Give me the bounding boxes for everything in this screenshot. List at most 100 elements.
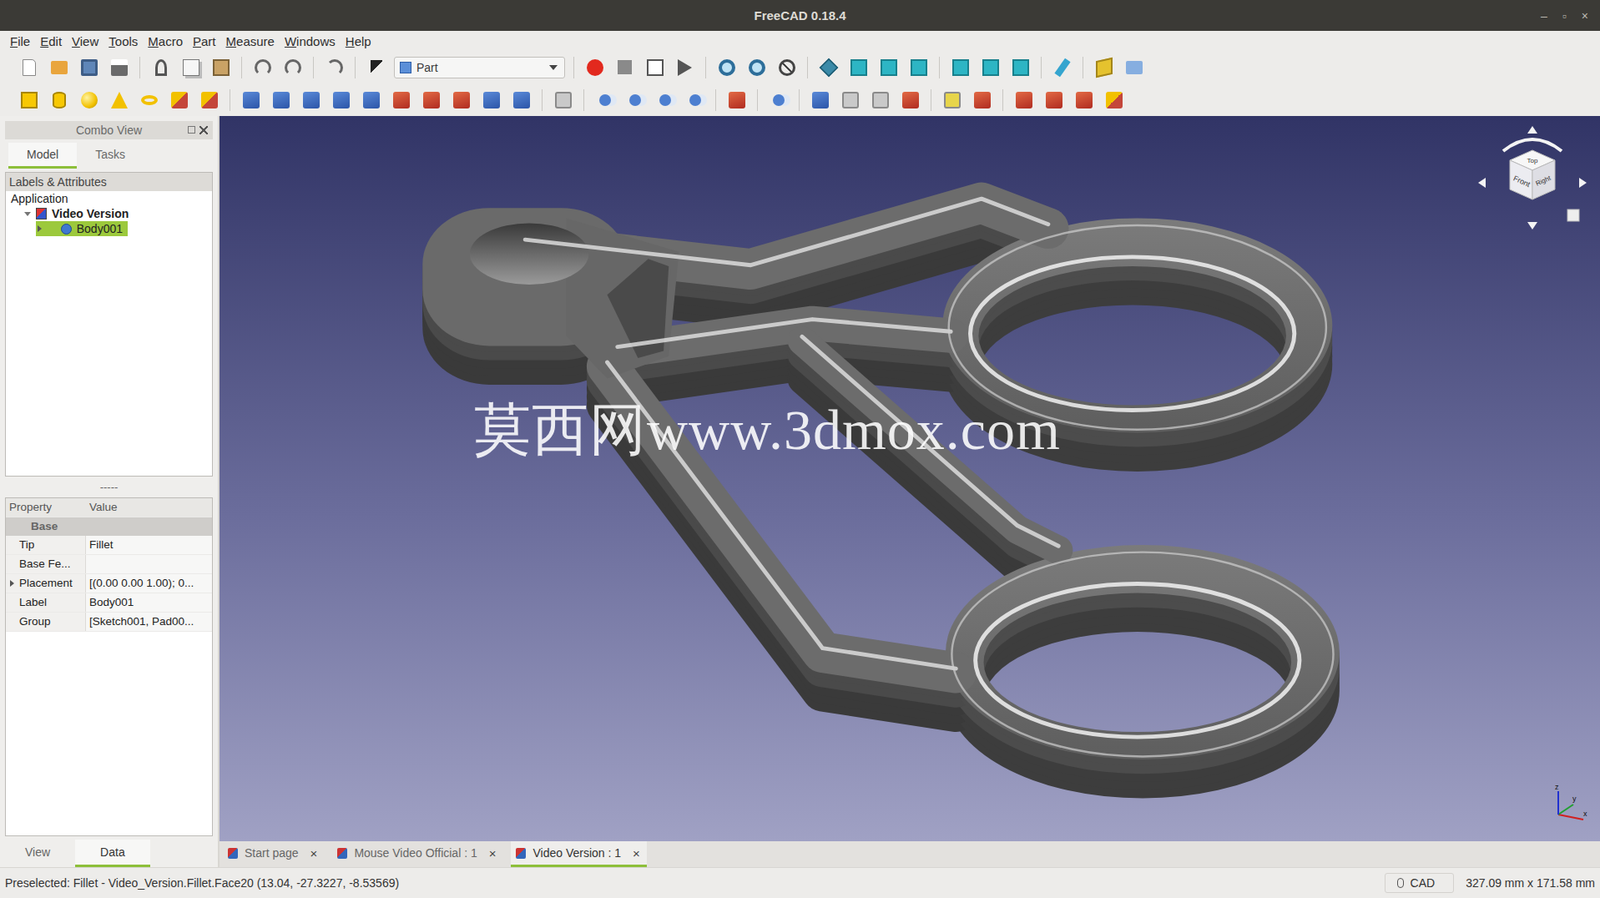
tree-item[interactable]: Video Version xyxy=(5,206,212,222)
toolbar-button[interactable] xyxy=(672,55,697,81)
combo-tab[interactable]: Model xyxy=(8,142,77,169)
property-row[interactable]: Group[Sketch001, Pad00... xyxy=(5,612,212,632)
toolbar-button[interactable] xyxy=(724,87,749,113)
toolbar-button[interactable] xyxy=(978,55,1003,81)
menu-item[interactable]: Tools xyxy=(103,34,143,49)
navigation-cube[interactable]: TopFrontRight xyxy=(1469,122,1595,248)
tree-item[interactable]: Application xyxy=(5,191,212,207)
column-header[interactable]: Property xyxy=(5,498,86,517)
property-row[interactable]: TipFillet xyxy=(5,535,212,556)
toolbar-button[interactable] xyxy=(1011,87,1036,113)
3d-viewport[interactable]: 莫西网www.3dmox.comTopFrontRightxyz xyxy=(219,116,1600,842)
document-tab[interactable]: Start page× xyxy=(222,841,324,868)
toolbar-button[interactable] xyxy=(906,55,931,81)
toolbar-button[interactable] xyxy=(148,55,173,81)
toolbar-button[interactable] xyxy=(298,87,324,113)
close-tab-button[interactable]: × xyxy=(305,846,318,861)
toolbar-button[interactable] xyxy=(280,55,305,81)
toolbar-button[interactable] xyxy=(876,55,901,81)
toolbar-button[interactable] xyxy=(208,55,233,81)
navigation-style-button[interactable]: CAD xyxy=(1384,873,1455,894)
toolbar-button[interactable] xyxy=(16,55,41,81)
toolbar-button[interactable] xyxy=(106,55,132,81)
toolbar-button[interactable] xyxy=(1121,55,1146,81)
toolbar-button[interactable] xyxy=(642,55,667,81)
menu-item[interactable]: Measure xyxy=(221,34,280,49)
close-tab-button[interactable]: × xyxy=(627,846,641,861)
toolbar-button[interactable] xyxy=(622,87,647,113)
toolbar-button[interactable] xyxy=(1071,87,1096,113)
toolbar-button[interactable] xyxy=(550,87,576,113)
combo-tab[interactable]: Tasks xyxy=(76,142,144,169)
toolbar-button[interactable] xyxy=(479,87,504,113)
toolbar-button[interactable] xyxy=(1041,87,1066,113)
toolbar-button[interactable] xyxy=(948,55,973,81)
toolbar-button[interactable] xyxy=(1008,55,1033,81)
window-control-button[interactable]: ▫ xyxy=(1562,9,1567,23)
toolbar-button[interactable] xyxy=(449,87,474,113)
close-panel-icon[interactable] xyxy=(199,126,208,135)
toolbar-button[interactable] xyxy=(612,55,637,81)
toolbar-button[interactable] xyxy=(166,87,192,113)
toolbar-button[interactable] xyxy=(328,87,354,113)
workbench-dropdown[interactable]: Part xyxy=(393,56,566,79)
toolbar-button[interactable] xyxy=(46,87,71,113)
float-panel-icon[interactable] xyxy=(187,126,196,134)
toolbar-button[interactable] xyxy=(969,87,995,113)
expand-arrow-icon[interactable] xyxy=(24,211,31,217)
toolbar-button[interactable] xyxy=(837,87,863,113)
property-tab[interactable]: View xyxy=(0,839,76,868)
toolbar-button[interactable] xyxy=(250,55,275,81)
menu-item[interactable]: Windows xyxy=(279,34,341,49)
close-tab-button[interactable]: × xyxy=(484,846,497,861)
property-row[interactable]: Base Fe... xyxy=(5,555,212,575)
toolbar-button[interactable] xyxy=(178,55,203,81)
toolbar-button[interactable] xyxy=(714,55,739,81)
toolbar-button[interactable] xyxy=(1049,55,1075,81)
tree-item[interactable]: Body001 xyxy=(5,221,212,237)
toolbar-button[interactable] xyxy=(136,87,162,113)
toolbar-button[interactable] xyxy=(898,87,923,113)
toolbar-button[interactable] xyxy=(16,87,41,113)
toolbar-button[interactable] xyxy=(238,87,263,113)
menu-item[interactable]: Part xyxy=(187,34,222,49)
toolbar-button[interactable] xyxy=(807,87,833,113)
toolbar-button[interactable] xyxy=(509,87,534,113)
document-tab[interactable]: Video Version : 1× xyxy=(510,841,647,868)
column-header[interactable]: Value xyxy=(85,498,212,517)
window-control-button[interactable]: – xyxy=(1540,9,1548,23)
toolbar-button[interactable] xyxy=(1101,87,1126,113)
toolbar-button[interactable] xyxy=(196,87,222,113)
expand-arrow-icon[interactable] xyxy=(10,580,15,587)
property-tab[interactable]: Data xyxy=(75,839,151,868)
panel-splitter[interactable]: ----- xyxy=(0,476,218,498)
toolbar-button[interactable] xyxy=(582,55,607,81)
toolbar-button[interactable] xyxy=(363,55,389,81)
toolbar-button[interactable] xyxy=(106,87,132,113)
menu-item[interactable]: File xyxy=(5,34,36,49)
toolbar-button[interactable] xyxy=(1091,55,1116,81)
part-model[interactable] xyxy=(219,116,1600,842)
toolbar-button[interactable] xyxy=(46,55,71,81)
menu-item[interactable]: View xyxy=(66,34,104,49)
toolbar-button[interactable] xyxy=(388,87,414,113)
menu-item[interactable]: Help xyxy=(340,34,377,49)
menu-item[interactable]: Edit xyxy=(35,34,67,49)
expand-arrow-icon[interactable] xyxy=(37,225,56,233)
window-control-button[interactable]: × xyxy=(1581,9,1589,23)
toolbar-button[interactable] xyxy=(268,87,293,113)
toolbar-button[interactable] xyxy=(418,87,444,113)
toolbar-button[interactable] xyxy=(358,87,384,113)
toolbar-button[interactable] xyxy=(322,55,347,81)
property-row[interactable]: LabelBody001 xyxy=(5,593,212,613)
toolbar-button[interactable] xyxy=(744,55,769,81)
property-row[interactable]: Placement[(0.00 0.00 1.00); 0... xyxy=(5,574,212,594)
menu-item[interactable]: Macro xyxy=(142,34,188,49)
toolbar-button[interactable] xyxy=(592,87,617,113)
toolbar-button[interactable] xyxy=(766,87,791,113)
toolbar-button[interactable] xyxy=(774,55,799,81)
toolbar-button[interactable] xyxy=(76,87,101,113)
toolbar-button[interactable] xyxy=(682,87,707,113)
toolbar-button[interactable] xyxy=(76,55,101,81)
toolbar-button[interactable] xyxy=(652,87,677,113)
